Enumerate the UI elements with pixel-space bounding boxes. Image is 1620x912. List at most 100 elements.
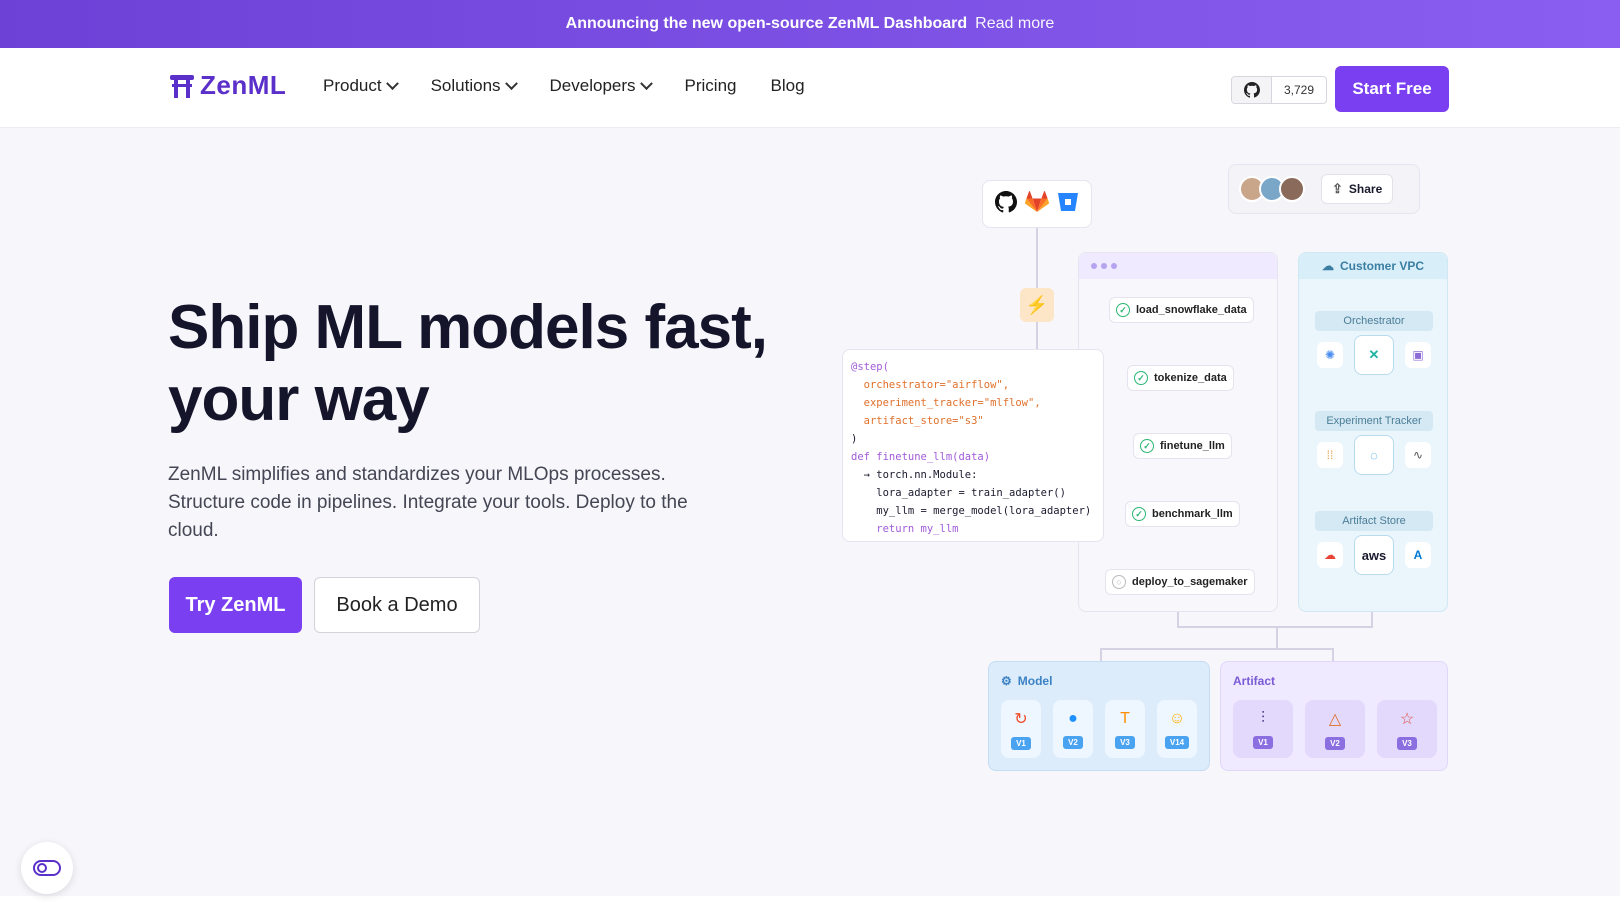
mlflow-icon: ◌ bbox=[1354, 435, 1394, 475]
artifact-store-label: Artifact Store bbox=[1315, 511, 1433, 531]
neptune-icon: ∿ bbox=[1405, 442, 1431, 468]
artifact-card: Artifact ⫶ V1 △ V2 ☆ V3 bbox=[1220, 661, 1448, 771]
logo[interactable]: ZenML bbox=[168, 70, 286, 101]
code-line: → torch.nn.Module: bbox=[851, 469, 978, 481]
pipeline-header bbox=[1079, 253, 1277, 279]
chevron-down-icon bbox=[504, 76, 518, 90]
pending-icon: ○ bbox=[1112, 575, 1126, 589]
hero-title: Ship ML models fast, your way bbox=[168, 292, 808, 436]
avatar bbox=[1279, 176, 1305, 202]
github-icon bbox=[995, 190, 1017, 218]
code-line: my_llm = merge_model(lora_adapter) bbox=[851, 505, 1092, 517]
cookie-settings-button[interactable] bbox=[21, 842, 73, 894]
try-zenml-button[interactable]: Try ZenML bbox=[169, 577, 302, 633]
step-name: tokenize_data bbox=[1154, 372, 1227, 384]
version-badge: V2 bbox=[1325, 736, 1345, 750]
version-badge: V3 bbox=[1397, 736, 1417, 750]
pipeline-step: ✓ benchmark_llm bbox=[1125, 501, 1240, 527]
code-snippet: @step( orchestrator="airflow", experimen… bbox=[842, 349, 1104, 542]
version-badge: V14 bbox=[1164, 735, 1190, 749]
code-line: def finetune_llm(data) bbox=[851, 451, 991, 463]
pipeline-step: ✓ tokenize_data bbox=[1127, 365, 1234, 391]
hero-title-line1: Ship ML models fast, bbox=[168, 293, 768, 362]
nav-solutions-label: Solutions bbox=[430, 76, 501, 95]
read-more-link[interactable]: Read more bbox=[975, 15, 1054, 33]
code-line: artifact_store="s3" bbox=[851, 415, 984, 427]
book-demo-button[interactable]: Book a Demo bbox=[314, 577, 480, 633]
dot-icon bbox=[1111, 263, 1117, 269]
wandb-icon: ⁞⁞ bbox=[1317, 442, 1343, 468]
artifact-title: Artifact bbox=[1233, 674, 1276, 688]
dot-icon bbox=[1091, 263, 1097, 269]
start-free-button[interactable]: Start Free bbox=[1335, 66, 1449, 112]
step-name: load_snowflake_data bbox=[1136, 304, 1247, 316]
pipeline-card: ✓ load_snowflake_data ✓ tokenize_data ✓ fin… bbox=[1078, 252, 1278, 612]
airflow-icon: ✕ bbox=[1354, 335, 1394, 375]
git-integrations-card bbox=[982, 180, 1092, 228]
main-menu: Product Solutions Developers Pricing Blo… bbox=[323, 76, 805, 96]
experiment-tracker-label: Experiment Tracker bbox=[1315, 411, 1433, 431]
dot-icon bbox=[1101, 263, 1107, 269]
azure-icon: A bbox=[1405, 542, 1431, 568]
github-icon bbox=[1232, 77, 1272, 103]
nav-solutions[interactable]: Solutions bbox=[430, 76, 518, 96]
vpc-title: Customer VPC bbox=[1339, 259, 1425, 273]
tracker-tools: ⁞⁞ ◌ ∿ bbox=[1317, 435, 1431, 475]
nav-developers[interactable]: Developers bbox=[550, 76, 653, 96]
nav-pricing[interactable]: Pricing bbox=[685, 76, 737, 96]
model-tile: T V3 bbox=[1105, 700, 1145, 758]
code-line: return my_llm bbox=[851, 523, 959, 535]
check-icon: ✓ bbox=[1134, 371, 1148, 385]
model-title-label: Model bbox=[1017, 674, 1053, 688]
model-tile: ↻ V1 bbox=[1001, 700, 1041, 758]
version-badge: V2 bbox=[1063, 735, 1083, 749]
artifact-tools: ☁ aws A bbox=[1317, 535, 1431, 575]
step-name: benchmark_llm bbox=[1152, 508, 1233, 520]
artifact-versions: ⫶ V1 △ V2 ☆ V3 bbox=[1233, 700, 1437, 758]
code-line: @step( bbox=[851, 361, 889, 373]
connector-line bbox=[1036, 228, 1038, 288]
github-star-count: 3,729 bbox=[1284, 83, 1315, 97]
avatar-group bbox=[1239, 176, 1305, 202]
dataset-icon: ⫶ bbox=[1260, 709, 1265, 727]
orchestrator-label: Orchestrator bbox=[1315, 311, 1433, 331]
check-icon: ✓ bbox=[1140, 439, 1154, 453]
aws-icon: aws bbox=[1354, 535, 1394, 575]
step-name: deploy_to_sagemaker bbox=[1132, 576, 1248, 588]
connector-line bbox=[1276, 628, 1278, 648]
artifact-tile: ⫶ V1 bbox=[1233, 700, 1293, 758]
hero-title-line2: your way bbox=[168, 365, 430, 434]
upload-icon: ⇪ bbox=[1332, 181, 1343, 196]
connector-line bbox=[1332, 648, 1334, 662]
nav-product[interactable]: Product bbox=[323, 76, 399, 96]
model-tile: ☺ V14 bbox=[1157, 700, 1197, 758]
share-button[interactable]: ⇪ Share bbox=[1321, 174, 1394, 204]
zenml-logo-icon bbox=[170, 74, 194, 98]
chip-icon: ⚙ bbox=[1001, 674, 1012, 688]
pytorch-icon: ↻ bbox=[1014, 710, 1028, 728]
bitbucket-icon bbox=[1057, 191, 1079, 218]
lightning-icon: ⚡ bbox=[1020, 288, 1054, 322]
step-name: finetune_llm bbox=[1160, 440, 1225, 452]
gitlab-icon bbox=[1024, 190, 1050, 218]
nav-pricing-label: Pricing bbox=[684, 76, 737, 95]
connector-line bbox=[1100, 648, 1334, 650]
collaborators-card: ⇪ Share bbox=[1228, 164, 1420, 214]
kubernetes-icon: ▣ bbox=[1405, 342, 1431, 368]
version-badge: V1 bbox=[1253, 735, 1273, 749]
version-badge: V3 bbox=[1115, 735, 1135, 749]
model-card: ⚙ Model ↻ V1 ● V2 T V3 ☺ V14 bbox=[988, 661, 1210, 771]
vpc-header: ☁ Customer VPC bbox=[1299, 253, 1447, 279]
announcement-bar[interactable]: Announcing the new open-source ZenML Das… bbox=[0, 0, 1620, 48]
page-footer-edge bbox=[0, 896, 1620, 912]
star-icon: ☆ bbox=[1399, 710, 1415, 728]
connector-line bbox=[1177, 626, 1373, 628]
nav-blog-label: Blog bbox=[770, 76, 805, 95]
github-stars-button[interactable]: 3,729 bbox=[1231, 76, 1328, 104]
model-title: ⚙ Model bbox=[1001, 674, 1052, 688]
nav-blog[interactable]: Blog bbox=[771, 76, 805, 96]
chevron-down-icon bbox=[639, 76, 653, 90]
toggle-icon bbox=[33, 860, 61, 876]
code-line: ) bbox=[851, 433, 858, 445]
huggingface-icon: ☺ bbox=[1168, 709, 1186, 727]
